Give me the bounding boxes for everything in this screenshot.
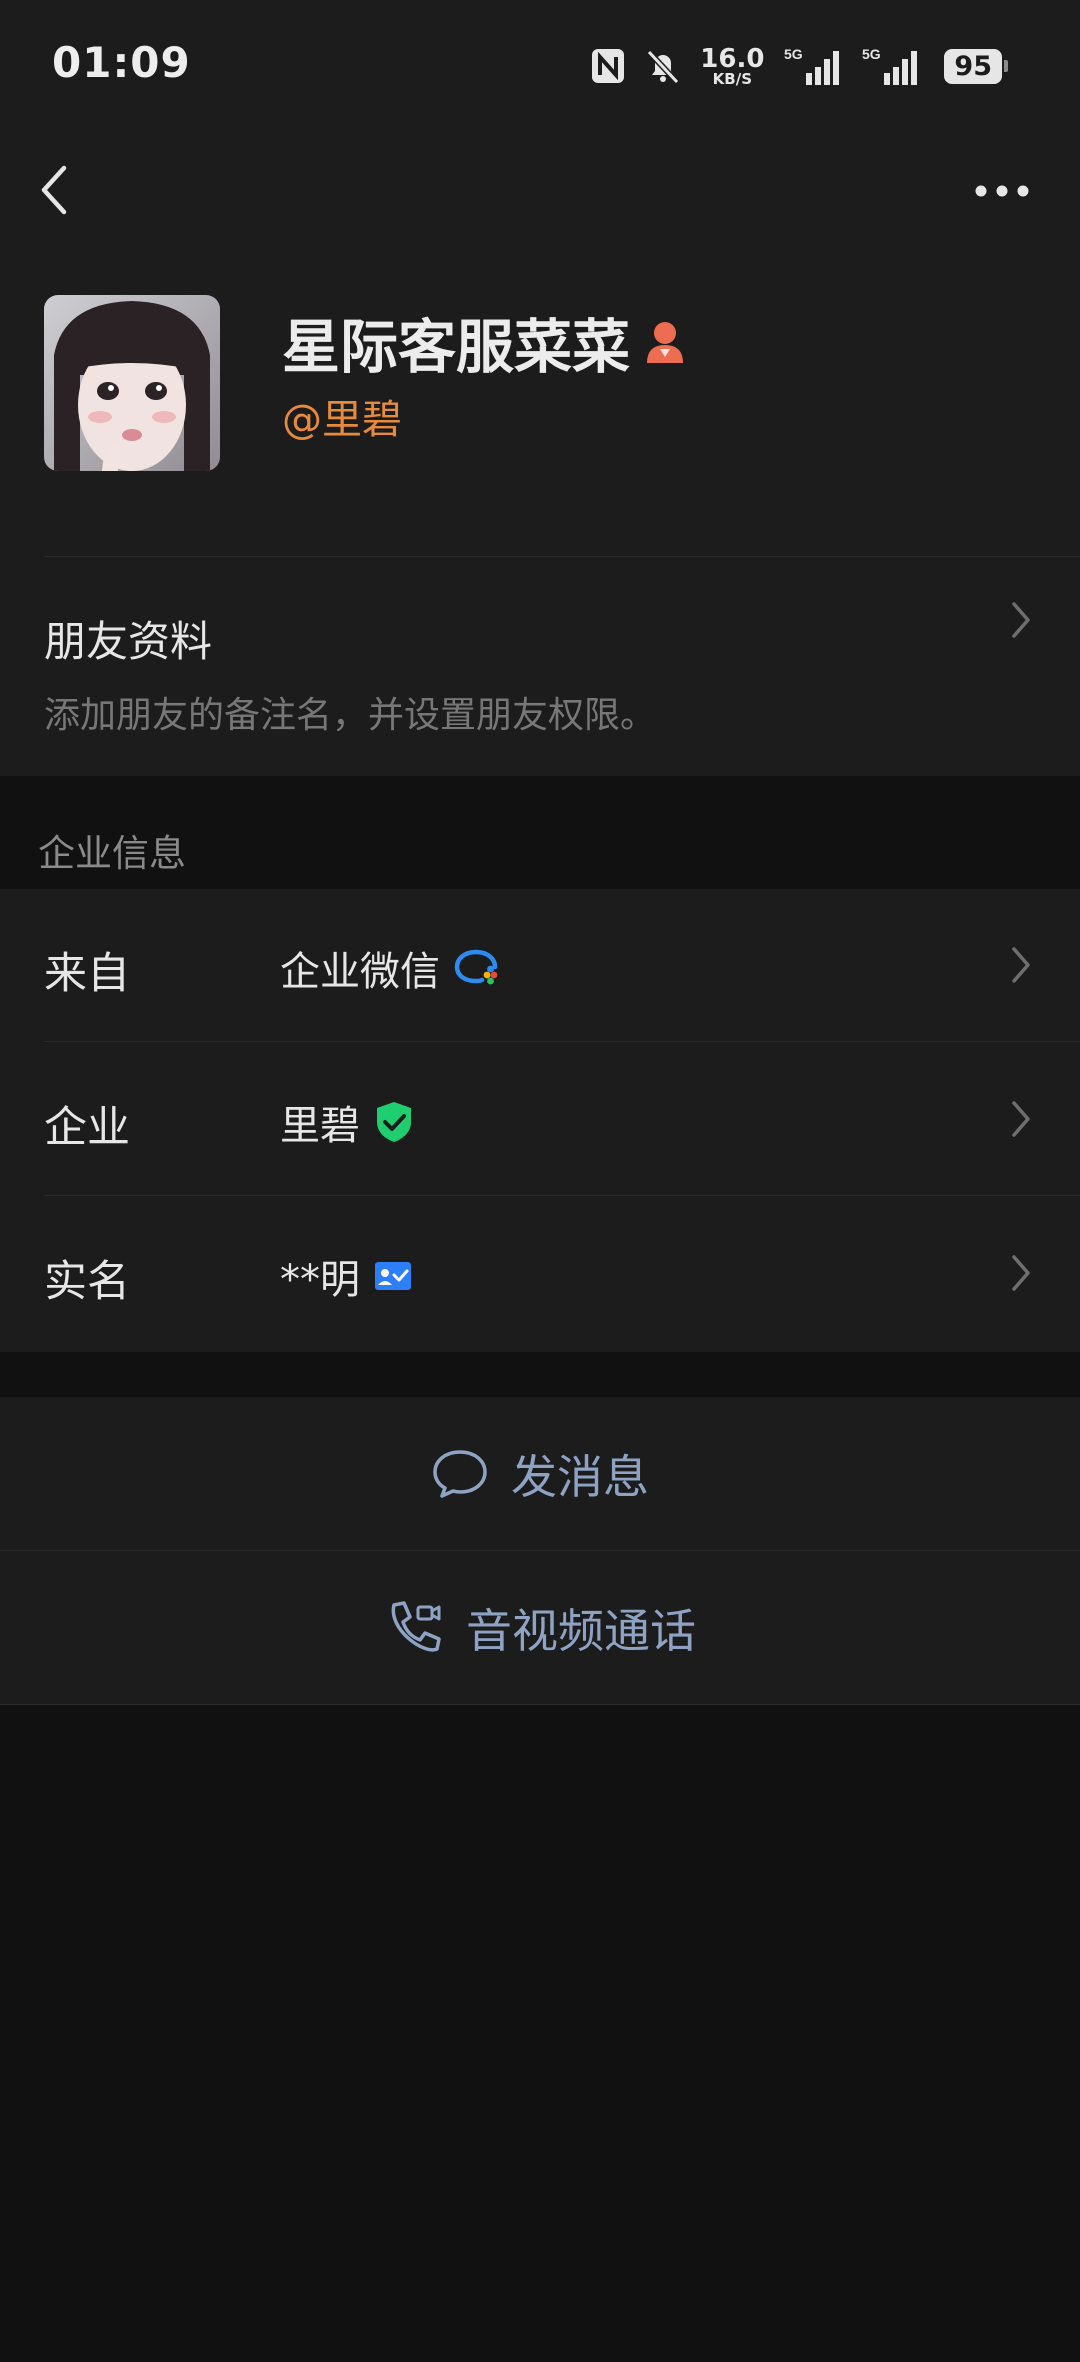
back-arrow-icon[interactable] [36,162,72,218]
friend-profile-description: 添加朋友的备注名，并设置朋友权限。 [44,695,657,736]
row-realname-value-text: **明 [280,1257,360,1303]
profile-name: 星际客服菜菜 [282,300,686,384]
header-divider [44,556,1080,557]
more-options-icon[interactable] [974,184,1030,198]
svg-text:5G: 5G [862,46,881,62]
row-enterprise-label: 企业 [44,1103,130,1153]
status-icons: 16.0 KB/S 5G 5G 95 [590,43,1008,88]
avatar[interactable] [44,295,220,471]
action-divider [0,1704,1080,1705]
row-enterprise-value-text: 里碧 [280,1103,360,1149]
row-source[interactable]: 来自 企业微信 [0,889,1080,1042]
video-call-icon [391,1600,441,1652]
battery-indicator: 95 [944,48,1008,84]
status-time: 01:09 [52,38,191,87]
chevron-right-icon [1012,602,1030,638]
wework-icon [454,949,498,985]
profile-handle: @里碧 [282,397,402,443]
signal-5g-icon-2: 5G [862,46,918,85]
row-realname-label: 实名 [44,1257,130,1307]
av-call-button[interactable]: 音视频通话 [0,1551,1080,1704]
row-realname-value: **明 [280,1247,412,1305]
row-source-value-text: 企业微信 [280,949,440,995]
female-icon [647,322,684,363]
nfc-icon [592,49,625,83]
id-card-icon [375,1262,411,1290]
row-source-label: 来自 [44,949,130,999]
send-message-label: 发消息 [511,1449,649,1504]
enterprise-section-label: 企业信息 [38,832,186,875]
profile-name-text: 星际客服菜菜 [282,313,631,381]
row-realname[interactable]: 实名 **明 [0,1197,1080,1350]
row-enterprise-value: 里碧 [280,1093,414,1151]
status-bar: 01:09 16.0 KB/S 5G 5G 95 [0,0,1080,132]
verified-shield-icon [377,1102,411,1142]
row-divider [44,1195,1080,1196]
signal-5g-icon: 5G [784,46,840,85]
chevron-right-icon [1012,1255,1030,1291]
send-message-button[interactable]: 发消息 [0,1397,1080,1550]
friend-profile-row[interactable]: 朋友资料 添加朋友的备注名，并设置朋友权限。 [0,558,1080,776]
chat-bubble-icon [433,1449,487,1498]
av-call-label: 音视频通话 [466,1603,696,1658]
friend-profile-title: 朋友资料 [44,617,213,666]
profile-header: 星际客服菜菜 @里碧 [0,132,1080,558]
chevron-right-icon [1012,1101,1030,1137]
row-divider [44,1041,1080,1042]
bell-muted-icon [647,49,680,85]
chevron-right-icon [1012,947,1030,983]
row-enterprise[interactable]: 企业 里碧 [0,1043,1080,1196]
row-source-value: 企业微信 [280,939,498,997]
enterprise-info-card: 来自 企业微信 企业 里碧 实名 **明 [0,889,1080,1352]
svg-text:5G: 5G [784,46,803,62]
network-speed: 16.0 KB/S [700,43,765,88]
